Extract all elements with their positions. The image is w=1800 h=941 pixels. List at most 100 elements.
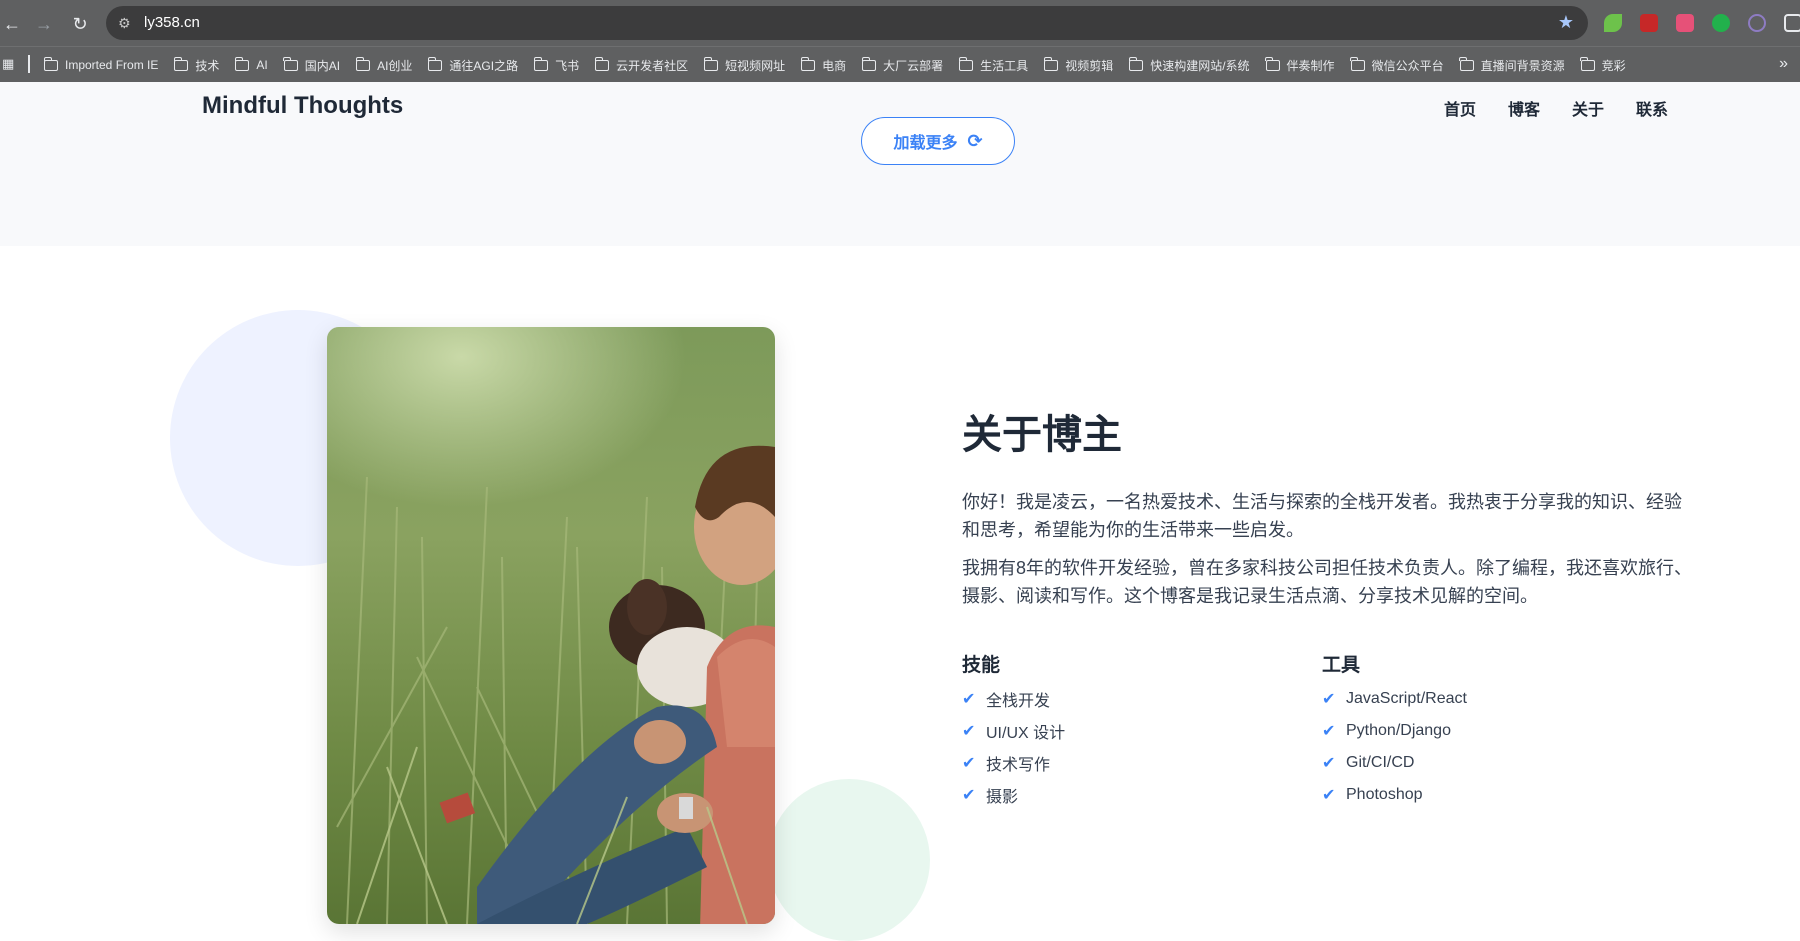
- bookmark-label: 大厂云部署: [883, 58, 944, 73]
- about-paragraph-2: 我拥有8年的软件开发经验，曾在多家科技公司担任技术负责人。除了编程，我还喜欢旅行…: [962, 558, 1693, 606]
- nav-about[interactable]: 关于: [1572, 96, 1604, 120]
- nav-blog[interactable]: 博客: [1508, 96, 1540, 120]
- bookmark-item[interactable]: 短视频网址: [703, 56, 786, 74]
- about-title: 关于博主: [962, 413, 1122, 457]
- extension-window-icon[interactable]: [1784, 14, 1800, 32]
- tool-label: Git/CI/CD: [1346, 754, 1415, 771]
- bookmark-label: Imported From IE: [65, 58, 159, 72]
- folder-icon: [283, 56, 298, 71]
- bookmark-label: 快速构建网站/系统: [1150, 58, 1250, 73]
- forward-icon[interactable]: →: [32, 12, 56, 36]
- bookmark-item[interactable]: 微信公众平台: [1350, 56, 1444, 74]
- check-icon: ✔: [962, 723, 976, 740]
- bookmark-item[interactable]: Imported From IE: [43, 56, 159, 72]
- bookmark-item[interactable]: 大厂云部署: [861, 56, 944, 74]
- bookmark-item[interactable]: 飞书: [533, 56, 580, 74]
- bookmarks-separator: [28, 55, 30, 73]
- list-item: ✔ 技术写作: [962, 747, 1322, 779]
- bookmark-label: 微信公众平台: [1371, 58, 1444, 73]
- about-section: 关于博主 你好！我是凌云，一名热爱技术、生活与探索的全栈开发者。我热衷于分享我的…: [962, 402, 1692, 620]
- tool-label: JavaScript/React: [1346, 690, 1467, 707]
- list-item: ✔ UI/UX 设计: [962, 715, 1322, 747]
- bookmark-label: 竞彩: [1601, 58, 1626, 73]
- reload-icon[interactable]: ↻: [68, 12, 92, 36]
- bookmark-label: 云开发者社区: [616, 58, 689, 73]
- folder-icon: [703, 56, 719, 71]
- folder-icon: [861, 56, 877, 71]
- bookmark-item[interactable]: 视频剪辑: [1043, 56, 1114, 74]
- folder-icon: [1128, 56, 1144, 71]
- extension-leaf-icon[interactable]: [1604, 14, 1622, 32]
- bookmark-item[interactable]: AI创业: [355, 56, 413, 74]
- back-icon[interactable]: ←: [0, 12, 24, 36]
- extension-translate-icon[interactable]: [1676, 14, 1694, 32]
- browser-toolbar: ← → ↻ ⚙ ly358.cn ★: [0, 0, 1800, 46]
- bookmark-item[interactable]: 生活工具: [958, 56, 1028, 74]
- folder-icon: [958, 56, 974, 71]
- list-item: ✔ 全栈开发: [962, 683, 1322, 715]
- bookmark-label: 短视频网址: [725, 58, 786, 73]
- nav-home[interactable]: 首页: [1444, 96, 1476, 120]
- bookmark-item[interactable]: 通往AGI之路: [427, 56, 519, 74]
- tools-title: 工具: [1322, 655, 1361, 676]
- folder-icon: [43, 56, 58, 71]
- folder-icon: [594, 56, 610, 71]
- nav-contact[interactable]: 联系: [1636, 96, 1668, 120]
- check-icon: ✔: [962, 755, 976, 772]
- site-settings-icon[interactable]: ⚙: [118, 14, 136, 32]
- bookmark-item[interactable]: 云开发者社区: [594, 56, 689, 74]
- bookmark-item[interactable]: 伴奏制作: [1265, 56, 1335, 74]
- extension-purple-icon[interactable]: [1748, 14, 1766, 32]
- page-content: Mindful Thoughts 首页 博客 关于 联系 加载更多 ⟳ 关于博主…: [0, 82, 1800, 941]
- list-item: ✔ 摄影: [962, 779, 1322, 811]
- skill-label: 技术写作: [986, 757, 1051, 774]
- bookmark-item[interactable]: 电商: [800, 56, 847, 74]
- bookmark-label: AI创业: [377, 58, 413, 73]
- check-icon: ✔: [1322, 787, 1336, 804]
- folder-icon: [1043, 56, 1059, 71]
- bookmark-label: 飞书: [555, 58, 580, 73]
- list-item: ✔ Git/CI/CD: [1322, 747, 1682, 779]
- check-icon: ✔: [1322, 755, 1336, 772]
- list-item: ✔ JavaScript/React: [1322, 683, 1682, 715]
- skill-label: UI/UX 设计: [986, 725, 1066, 742]
- bookmark-label: 技术: [195, 58, 220, 73]
- more-bookmarks-icon[interactable]: »: [1779, 55, 1788, 73]
- site-brand[interactable]: Mindful Thoughts: [202, 92, 403, 120]
- bookmark-label: 电商: [822, 58, 847, 73]
- blogger-photo: [327, 327, 775, 924]
- bookmark-item[interactable]: 竞彩: [1580, 56, 1626, 74]
- folder-icon: [173, 56, 189, 71]
- folder-icon: [1459, 56, 1474, 71]
- load-more-label: 加载更多: [893, 135, 958, 152]
- bookmark-item[interactable]: 国内AI: [283, 56, 341, 74]
- bookmark-item[interactable]: 技术: [173, 56, 220, 74]
- check-icon: ✔: [962, 691, 976, 708]
- list-item: ✔ Photoshop: [1322, 779, 1682, 811]
- bookmark-item[interactable]: 直播间背景资源: [1459, 56, 1565, 74]
- bookmark-label: 视频剪辑: [1065, 58, 1114, 73]
- bookmark-item[interactable]: 快速构建网站/系统: [1128, 56, 1250, 74]
- bookmark-list: Imported From IE 技术 AI 国内AI AI创业 通往AGI之路 飞书 云开发…: [43, 47, 1642, 83]
- main-nav: 首页 博客 关于 联系: [1444, 96, 1668, 120]
- address-bar[interactable]: ⚙ ly358.cn ★: [106, 6, 1588, 40]
- bookmark-item[interactable]: AI: [234, 56, 268, 72]
- bookmark-label: 国内AI: [304, 58, 341, 73]
- skills-tools: 技能 ✔ 全栈开发 ✔ UI/UX 设计 ✔ 技术写作 ✔ 摄影 工具 ✔ JavaScr…: [962, 650, 1682, 811]
- bookmark-label: 通往AGI之路: [449, 58, 519, 73]
- bookmark-label: AI: [256, 58, 268, 72]
- photo-man-with-dog-in-grass: [327, 327, 775, 924]
- extension-red-icon[interactable]: [1640, 14, 1658, 32]
- decorative-circle-green: [768, 779, 930, 941]
- url-text: ly358.cn: [144, 14, 200, 31]
- tools-column: 工具 ✔ JavaScript/React ✔ Python/Django ✔ Git…: [1322, 650, 1682, 811]
- extension-green-icon[interactable]: [1712, 14, 1730, 32]
- check-icon: ✔: [1322, 691, 1336, 708]
- load-more-button[interactable]: 加载更多 ⟳: [861, 117, 1015, 165]
- folder-icon: [1265, 56, 1280, 71]
- refresh-icon: ⟳: [967, 131, 983, 151]
- bookmark-star-icon[interactable]: ★: [1558, 12, 1574, 33]
- bookmarks-bar: ▦ Imported From IE 技术 AI 国内AI AI创业 通往AGI之路 飞书 云…: [0, 46, 1800, 83]
- apps-grid-icon[interactable]: ▦: [2, 57, 16, 71]
- folder-icon: [1580, 56, 1595, 71]
